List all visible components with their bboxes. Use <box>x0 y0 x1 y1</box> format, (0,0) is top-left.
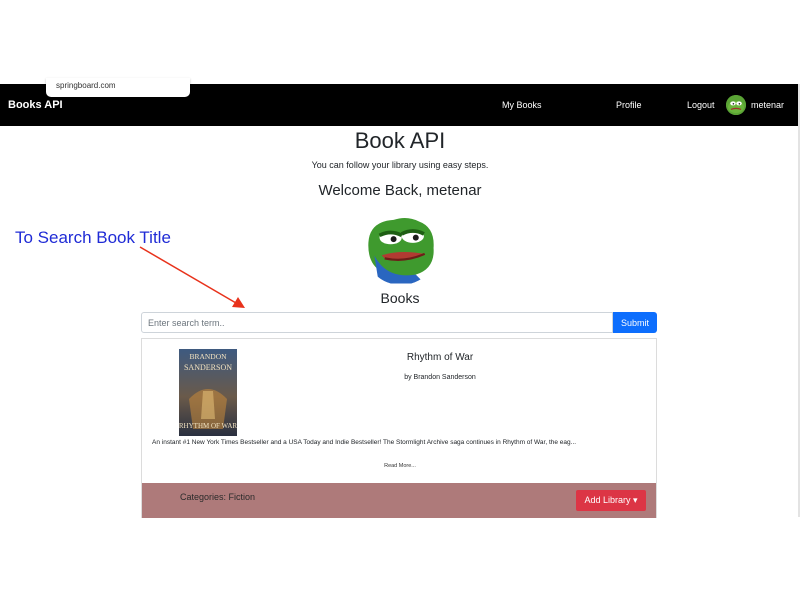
card-footer: Categories: Fiction Add Library ▾ <box>142 483 656 518</box>
book-card: BRANDON SANDERSON RHYTHM OF WAR Rhythm o… <box>141 338 657 518</box>
cover-title-text: RHYTHM OF WAR <box>179 422 237 430</box>
url-tooltip: springboard.com <box>46 78 190 97</box>
submit-button[interactable]: Submit <box>613 312 657 333</box>
books-heading: Books <box>380 290 420 306</box>
book-author: by Brandon Sanderson <box>404 374 476 381</box>
svg-text:SANDERSON: SANDERSON <box>184 363 232 372</box>
search-input[interactable] <box>141 312 613 333</box>
book-categories: Categories: Fiction <box>180 492 256 502</box>
cover-author-text: BRANDON <box>189 352 227 361</box>
book-title: Rhythm of War <box>406 352 474 363</box>
book-cover[interactable]: BRANDON SANDERSON RHYTHM OF WAR <box>179 349 237 436</box>
read-more-link[interactable]: Read More... <box>142 463 658 469</box>
caret-down-icon: ▾ <box>633 495 638 505</box>
url-tooltip-text: springboard.com <box>56 81 116 90</box>
add-library-button[interactable]: Add Library ▾ <box>576 490 646 511</box>
add-library-label: Add Library <box>584 495 631 505</box>
book-description: An instant #1 New York Times Bestseller … <box>152 439 577 446</box>
